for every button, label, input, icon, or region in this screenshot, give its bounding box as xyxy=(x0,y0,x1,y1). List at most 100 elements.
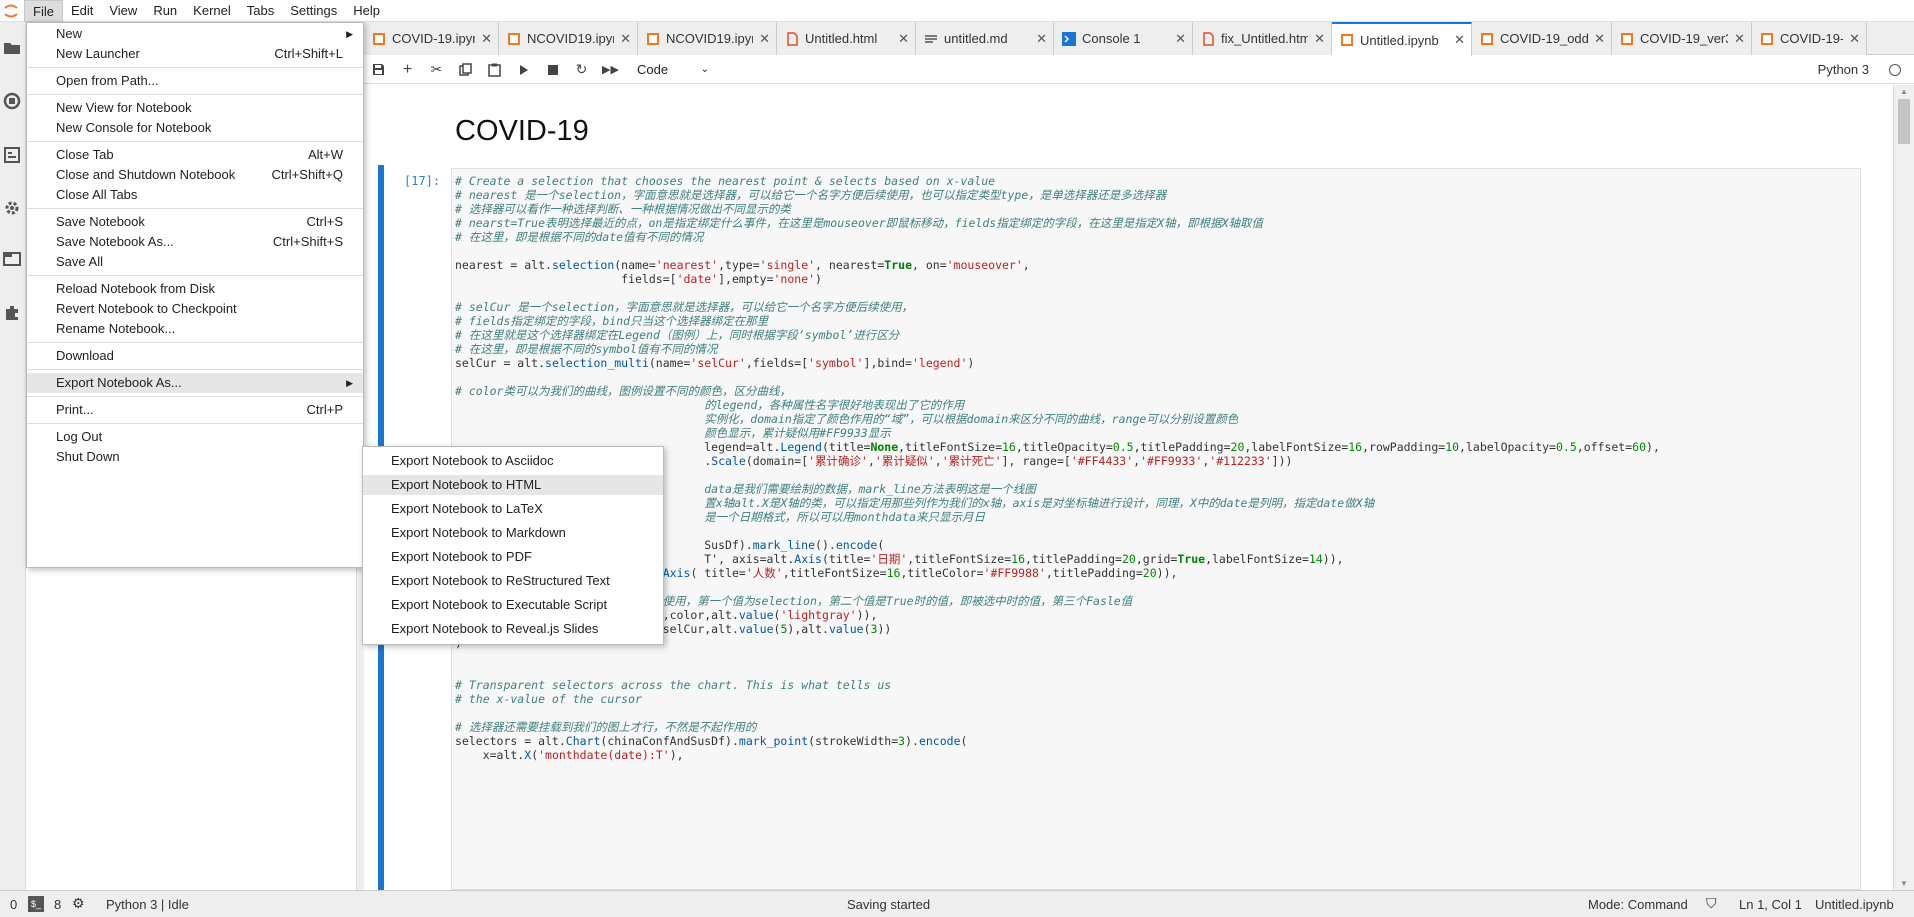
menu-kernel[interactable]: Kernel xyxy=(185,0,239,22)
restart-run-all-button[interactable]: ▶▶ xyxy=(596,56,625,84)
refresh-icon: ↻ xyxy=(575,61,588,77)
close-icon[interactable]: ✕ xyxy=(753,31,770,47)
copy-button[interactable] xyxy=(451,56,480,84)
menu-item-close-all-tabs[interactable]: Close All Tabs xyxy=(27,185,363,205)
menu-file[interactable]: File xyxy=(24,0,63,22)
submenu-item-label: Export Notebook to Asciidoc xyxy=(391,453,554,468)
property-inspector-gear-icon[interactable] xyxy=(3,199,23,219)
close-icon[interactable]: ✕ xyxy=(1169,31,1186,47)
menu-item-save-all[interactable]: Save All xyxy=(27,252,363,272)
kernel-name[interactable]: Python 3 xyxy=(1818,62,1869,77)
scrollbar-thumb[interactable] xyxy=(1898,99,1910,144)
submenu-item-export-notebook-to-reveal-js-slides[interactable]: Export Notebook to Reveal.js Slides xyxy=(363,619,663,639)
menu-item-close-tab[interactable]: Close Tab Alt+W xyxy=(27,145,363,165)
code-line: 颜色显示，累计疑似用#FF9933显示 xyxy=(455,426,891,440)
paste-button[interactable] xyxy=(480,56,509,84)
menu-item-label: Save All xyxy=(56,254,103,269)
menu-settings[interactable]: Settings xyxy=(282,0,345,22)
open-tabs-icon[interactable] xyxy=(3,251,23,271)
menu-item-shut-down[interactable]: Shut Down xyxy=(27,447,363,467)
submenu-item-export-notebook-to-restructured-text[interactable]: Export Notebook to ReStructured Text xyxy=(363,571,663,591)
extension-manager-icon[interactable] xyxy=(3,304,23,324)
close-icon[interactable]: ✕ xyxy=(1448,32,1465,48)
notebook-scrollbar[interactable]: ▲ ▼ xyxy=(1893,85,1914,890)
submenu-item-export-notebook-to-markdown[interactable]: Export Notebook to Markdown xyxy=(363,523,663,543)
menu-item-new-view-for-notebook[interactable]: New View for Notebook xyxy=(27,98,363,118)
tab-7[interactable]: Untitled.ipynb ✕ xyxy=(1332,22,1472,56)
submenu-item-export-notebook-to-executable-script[interactable]: Export Notebook to Executable Script xyxy=(363,595,663,615)
notebook-icon xyxy=(372,32,386,46)
save-button[interactable] xyxy=(364,56,393,84)
tab-5[interactable]: Console 1 ✕ xyxy=(1054,22,1193,55)
interrupt-button[interactable] xyxy=(538,56,567,84)
menu-edit[interactable]: Edit xyxy=(63,0,101,22)
close-icon[interactable]: ✕ xyxy=(475,31,492,47)
menu-item-rename-notebook[interactable]: Rename Notebook... xyxy=(27,319,363,339)
cell-type-select[interactable]: Code ⌄ xyxy=(633,60,713,80)
close-icon[interactable]: ✕ xyxy=(614,31,631,47)
tab-6[interactable]: fix_Untitled.html ✕ xyxy=(1193,22,1332,55)
tab-label: fix_Untitled.html xyxy=(1221,31,1309,46)
commands-icon[interactable] xyxy=(3,147,23,167)
tab-1[interactable]: NCOVID19.ipynb✕ xyxy=(499,22,638,55)
tab-8[interactable]: COVID-19_odd.ipynb✕ xyxy=(1472,22,1612,55)
scissors-icon: ✂ xyxy=(430,61,443,77)
close-icon[interactable]: ✕ xyxy=(1308,31,1325,47)
scroll-up-icon[interactable]: ▲ xyxy=(1900,87,1908,96)
tab-9[interactable]: COVID-19_ver3.ipynb✕ xyxy=(1612,22,1752,55)
menu-item-new-launcher[interactable]: New Launcher Ctrl+Shift+L xyxy=(27,44,363,64)
folder-icon[interactable] xyxy=(3,40,23,60)
close-icon[interactable]: ✕ xyxy=(892,31,909,47)
run-button[interactable] xyxy=(509,56,538,84)
menu-item-new-console-for-notebook[interactable]: New Console for Notebook xyxy=(27,118,363,138)
menu-item-shortcut: Ctrl+S xyxy=(306,214,343,229)
menu-run[interactable]: Run xyxy=(145,0,185,22)
menu-help[interactable]: Help xyxy=(345,0,388,22)
menu-item-print[interactable]: Print... Ctrl+P xyxy=(27,400,363,420)
code-line: 的legend，各种属性名字很好地表现出了它的作用 xyxy=(455,398,965,412)
submenu-item-label: Export Notebook to Executable Script xyxy=(391,597,608,612)
code-line: # nearst=True表明选择最近的点，on是指定绑定什么事件，在这里是mo… xyxy=(455,216,1264,230)
tab-10[interactable]: COVID-19-Copy.ipynb✕ xyxy=(1752,22,1867,55)
submenu-item-export-notebook-to-html[interactable]: Export Notebook to HTML xyxy=(363,475,663,495)
terminal-count: 8 xyxy=(54,897,62,912)
menu-tabs[interactable]: Tabs xyxy=(239,0,282,22)
mode-indicator[interactable]: Mode: Command xyxy=(1588,897,1688,912)
code-line: # nearest 是一个selection，字面意思就是选择器，可以给它一个名… xyxy=(455,188,1167,202)
menu-item-revert-notebook-to-checkpoint[interactable]: Revert Notebook to Checkpoint xyxy=(27,299,363,319)
menu-item-reload-notebook-from-disk[interactable]: Reload Notebook from Disk xyxy=(27,279,363,299)
close-icon[interactable]: ✕ xyxy=(1843,31,1860,47)
menu-item-export-notebook-as[interactable]: Export Notebook As... ▶ xyxy=(27,373,363,393)
tab-3[interactable]: Untitled.html ✕ xyxy=(777,22,916,55)
scroll-down-icon[interactable]: ▼ xyxy=(1900,879,1908,888)
kernel-status[interactable]: Python 3 | Idle xyxy=(106,897,189,912)
menu-separator xyxy=(27,208,363,209)
restart-button[interactable]: ↻ xyxy=(567,56,596,84)
insert-cell-button[interactable]: + xyxy=(393,56,422,84)
submenu-item-export-notebook-to-pdf[interactable]: Export Notebook to PDF xyxy=(363,547,663,567)
menu-item-save-notebook[interactable]: Save Notebook Ctrl+S xyxy=(27,212,363,232)
tab-2[interactable]: NCOVID19.ipynb✕ xyxy=(638,22,777,55)
menu-item-log-out[interactable]: Log Out xyxy=(27,427,363,447)
running-icon[interactable] xyxy=(3,92,23,112)
close-icon[interactable]: ✕ xyxy=(1728,31,1745,47)
menu-item-open-from-path[interactable]: Open from Path... xyxy=(27,71,363,91)
tab-4[interactable]: untitled.md ✕ xyxy=(916,22,1054,55)
tab-label: untitled.md xyxy=(944,31,1008,46)
close-icon[interactable]: ✕ xyxy=(1588,31,1605,47)
tab-0[interactable]: COVID-19.ipynb✕ xyxy=(364,22,499,55)
menu-item-download[interactable]: Download xyxy=(27,346,363,366)
menu-view[interactable]: View xyxy=(101,0,145,22)
menu-item-new[interactable]: New ▶ xyxy=(27,24,363,44)
cut-button[interactable]: ✂ xyxy=(422,56,451,84)
menu-item-label: Close All Tabs xyxy=(56,187,138,202)
menu-item-save-notebook-as[interactable]: Save Notebook As... Ctrl+Shift+S xyxy=(27,232,363,252)
close-icon[interactable]: ✕ xyxy=(1030,31,1047,47)
status-bar: 0 $_ 8 ⚙ Python 3 | Idle Saving started … xyxy=(0,890,1914,917)
menu-item-close-and-shutdown-notebook[interactable]: Close and Shutdown Notebook Ctrl+Shift+Q xyxy=(27,165,363,185)
submenu-item-export-notebook-to-latex[interactable]: Export Notebook to LaTeX xyxy=(363,499,663,519)
submenu-item-export-notebook-to-asciidoc[interactable]: Export Notebook to Asciidoc xyxy=(363,451,663,471)
submenu-item-label: Export Notebook to LaTeX xyxy=(391,501,543,516)
menu-separator xyxy=(27,423,363,424)
cursor-position[interactable]: Ln 1, Col 1 xyxy=(1739,897,1802,912)
